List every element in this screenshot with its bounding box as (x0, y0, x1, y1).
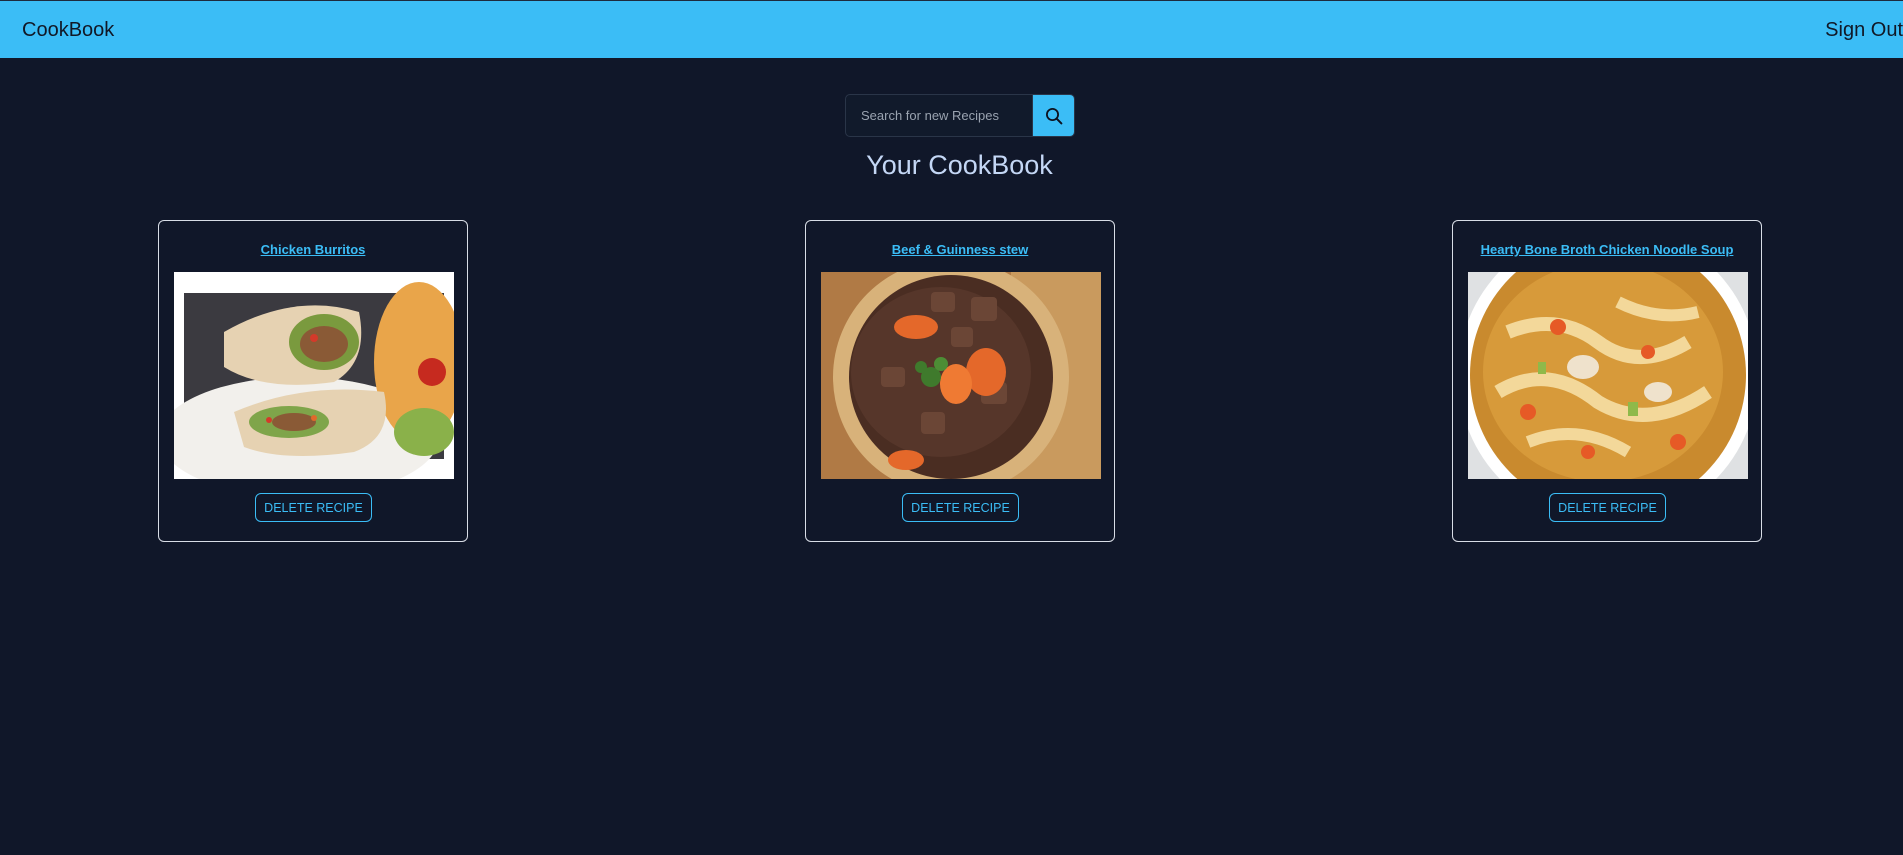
recipe-title-link[interactable]: Beef & Guinness stew (806, 242, 1114, 257)
brand-logo-text[interactable]: CookBook (22, 19, 114, 42)
page-title: Your CookBook (866, 150, 1053, 180)
recipe-search-form (845, 94, 1075, 137)
sign-out-link[interactable]: Sign Out (1825, 19, 1903, 42)
top-navbar: CookBook Sign Out (0, 0, 1903, 58)
recipe-title-link[interactable]: Chicken Burritos (159, 242, 467, 257)
recipe-image (174, 272, 454, 479)
recipe-card: Hearty Bone Broth Chicken Noodle Soup DE… (1452, 220, 1762, 542)
search-button[interactable] (1032, 95, 1074, 136)
recipe-image (821, 272, 1101, 479)
search-input[interactable] (846, 95, 1033, 136)
recipe-image (1468, 272, 1748, 479)
delete-recipe-button[interactable]: DELETE RECIPE (1549, 493, 1666, 522)
delete-recipe-button[interactable]: DELETE RECIPE (255, 493, 372, 522)
recipe-card: Chicken Burritos DELETE RECIPE (158, 220, 468, 542)
recipe-title-link[interactable]: Hearty Bone Broth Chicken Noodle Soup (1453, 242, 1761, 257)
delete-recipe-button[interactable]: DELETE RECIPE (902, 493, 1019, 522)
search-icon (1045, 107, 1062, 124)
recipe-card: Beef & Guinness stew DELETE RECIPE (805, 220, 1115, 542)
